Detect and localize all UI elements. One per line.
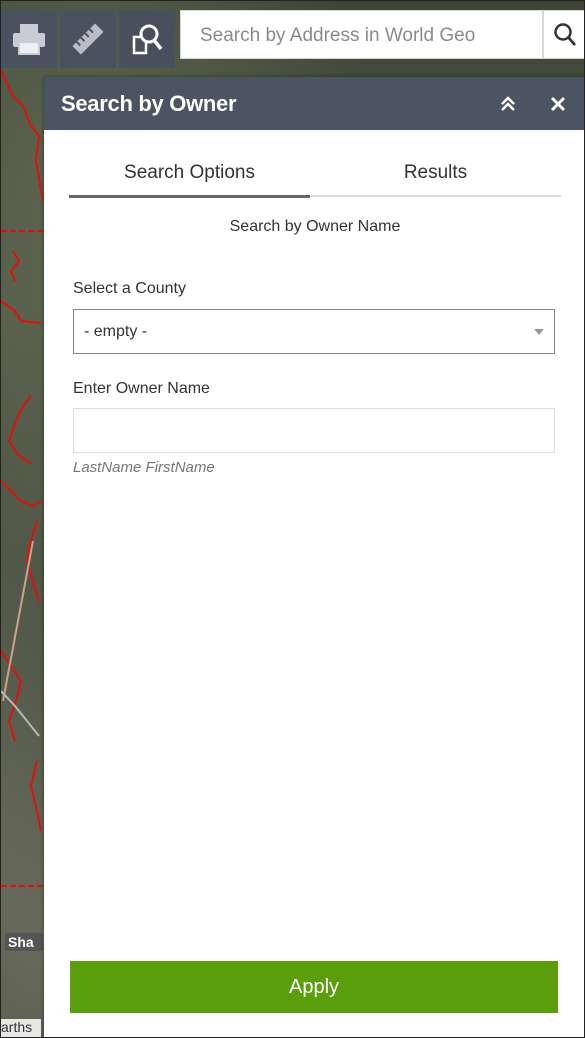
county-select-value: - empty - — [84, 323, 148, 340]
owner-name-label: Enter Owner Name — [73, 380, 210, 397]
tab-search-options[interactable]: Search Options — [69, 161, 310, 198]
app-frame: Sha arths Search by Address in World Geo… — [0, 0, 585, 1038]
print-button[interactable] — [1, 10, 57, 68]
address-search-input[interactable]: Search by Address in World Geo — [180, 10, 543, 59]
panel-title: Search by Owner — [61, 91, 237, 116]
search-subtitle: Search by Owner Name — [229, 218, 401, 235]
search-icon — [553, 22, 576, 46]
boundary-line — [7, 395, 32, 464]
panel-tabs: Search Options Results — [69, 161, 561, 198]
county-label: Select a County — [73, 280, 186, 297]
map-attribution: arths — [1, 1019, 41, 1037]
close-button[interactable] — [544, 77, 572, 130]
boundary-line — [1, 480, 42, 508]
apply-button[interactable]: Apply — [70, 961, 558, 1013]
print-icon — [13, 24, 45, 55]
toolbar: Search by Address in World Geo — [1, 1, 584, 69]
search-by-owner-panel: Search by Owner Search Options Results S… — [44, 77, 584, 1037]
boundary-line — [1, 300, 42, 324]
collapse-button[interactable] — [494, 77, 522, 130]
boundary-line — [1, 70, 44, 202]
double-chevron-up-icon — [501, 95, 515, 111]
document-search-icon — [132, 24, 163, 55]
search-owner-tool-button[interactable] — [119, 10, 175, 68]
boundary-line — [29, 760, 42, 832]
panel-header: Search by Owner — [44, 77, 584, 130]
ruler-icon — [72, 23, 104, 55]
tab-results[interactable]: Results — [310, 161, 561, 195]
measure-button[interactable] — [60, 10, 116, 68]
road-line — [1, 690, 40, 737]
boundary-line — [9, 250, 21, 282]
owner-name-input[interactable] — [73, 408, 555, 453]
search-button[interactable] — [543, 10, 584, 59]
owner-name-hint: LastName FirstName — [73, 459, 215, 476]
county-select[interactable]: - empty - — [73, 309, 555, 354]
map-place-label: Sha — [5, 933, 43, 951]
close-icon — [551, 96, 565, 111]
chevron-down-icon — [534, 329, 544, 335]
